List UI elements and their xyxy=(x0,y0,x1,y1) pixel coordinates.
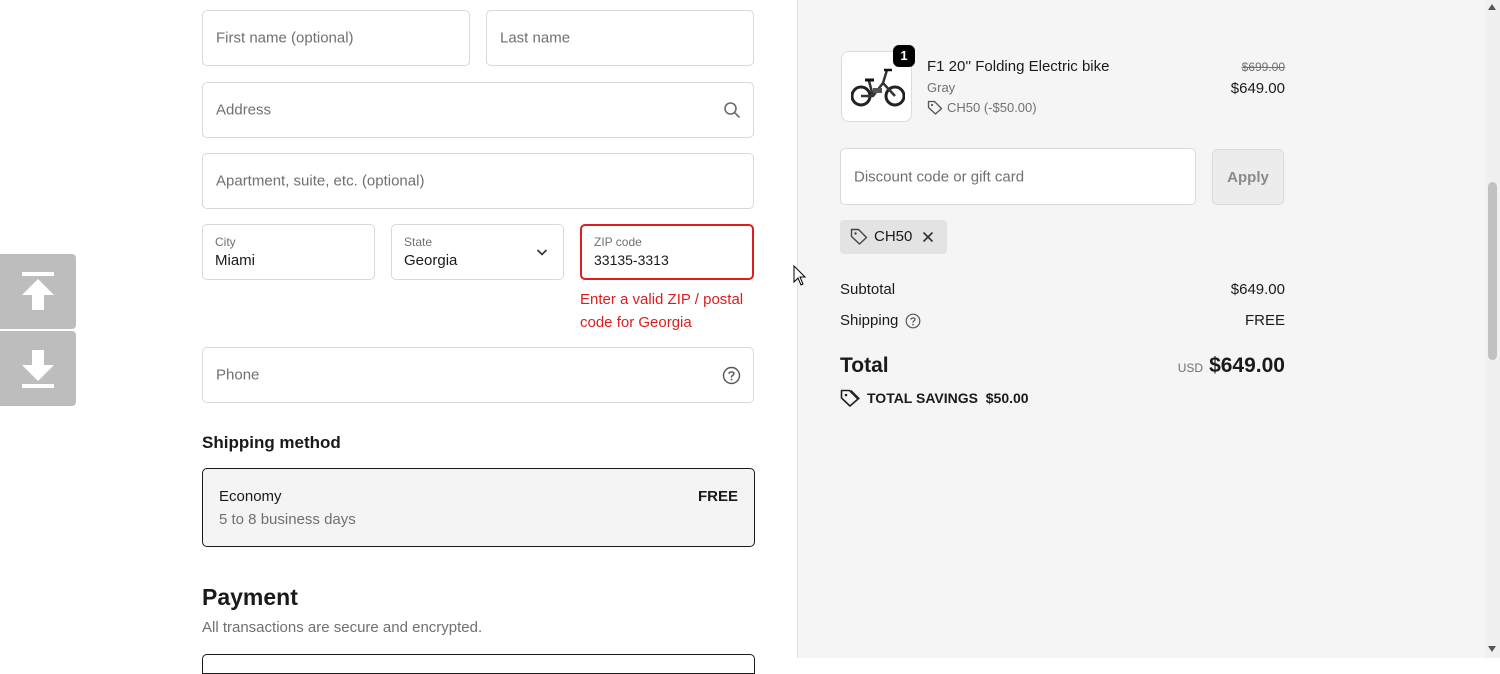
help-circle-icon[interactable] xyxy=(905,313,921,329)
payment-heading: Payment xyxy=(202,584,298,610)
chevron-down-icon xyxy=(536,249,548,256)
subtotal-label: Subtotal xyxy=(840,281,896,298)
total-label: Total xyxy=(840,354,889,377)
shipping-option-economy[interactable]: Economy 5 to 8 business days FREE xyxy=(202,468,755,547)
tag-icon xyxy=(850,228,868,245)
order-summary: 1 F1 20'' Folding Electric bike Gray CH5… xyxy=(797,0,1486,658)
state-label: State xyxy=(404,235,433,249)
zip-error-line: Enter a valid ZIP / postal xyxy=(580,291,744,308)
tag-icon xyxy=(927,100,943,115)
apartment-placeholder: Apartment, suite, etc. (optional) xyxy=(216,172,425,190)
total-currency: USD xyxy=(1177,361,1204,375)
mouse-cursor xyxy=(793,265,807,286)
first-name-field[interactable]: First name (optional) xyxy=(202,10,470,66)
product-price: $649.00 xyxy=(1230,80,1285,97)
tag-icon xyxy=(840,389,860,407)
bike-thumbnail xyxy=(851,68,905,107)
total-savings-value: $50.00 xyxy=(985,390,1029,406)
product-discount: CH50 (-$50.00) xyxy=(947,100,1037,115)
apartment-field[interactable]: Apartment, suite, etc. (optional) xyxy=(202,153,754,209)
payment-subtitle: All transactions are secure and encrypte… xyxy=(202,619,483,636)
phone-field[interactable]: Phone xyxy=(202,347,754,403)
shipping-option-desc: 5 to 8 business days xyxy=(219,511,356,528)
shipping-value: FREE xyxy=(1244,312,1285,329)
payment-box[interactable] xyxy=(202,654,755,674)
arrow-down-icon xyxy=(22,350,54,388)
page-scrollbar[interactable] xyxy=(1485,0,1500,658)
total-savings-label: TOTAL SAVINGS xyxy=(867,390,978,406)
state-value: Georgia xyxy=(404,252,458,269)
product-name: F1 20'' Folding Electric bike xyxy=(927,58,1110,75)
state-select[interactable]: State Georgia xyxy=(391,224,564,280)
first-name-placeholder: First name (optional) xyxy=(216,29,354,47)
last-name-field[interactable]: Last name xyxy=(486,10,754,66)
scroll-up-button[interactable] xyxy=(0,254,76,329)
help-circle-icon[interactable] xyxy=(722,366,741,385)
apply-button-label: Apply xyxy=(1227,169,1269,186)
arrow-up-icon xyxy=(22,272,54,310)
total-amount: USD $649.00 xyxy=(1178,354,1285,378)
discount-code-placeholder: Discount code or gift card xyxy=(854,168,1025,185)
original-price: $699.00 xyxy=(1241,60,1285,74)
scrollbar-up-arrow[interactable] xyxy=(1488,4,1496,10)
zip-error-message: Enter a valid ZIP / postal code for Geor… xyxy=(580,288,760,334)
quantity-badge: 1 xyxy=(893,45,915,67)
search-icon xyxy=(724,102,740,118)
product-variant: Gray xyxy=(927,80,956,95)
phone-placeholder: Phone xyxy=(216,366,260,384)
zip-error-line: code for Georgia xyxy=(580,314,692,331)
city-value: Miami xyxy=(215,252,255,269)
scroll-down-button[interactable] xyxy=(0,331,76,406)
last-name-placeholder: Last name xyxy=(500,29,571,47)
apply-button[interactable]: Apply xyxy=(1212,149,1284,205)
total-value: $649.00 xyxy=(1209,354,1285,377)
zip-label: ZIP code xyxy=(594,235,642,249)
scrollbar-down-arrow[interactable] xyxy=(1488,646,1496,652)
city-label: City xyxy=(215,235,236,249)
address-field[interactable]: Address xyxy=(202,82,754,138)
close-icon[interactable] xyxy=(922,231,934,243)
subtotal-value: $649.00 xyxy=(1230,281,1285,298)
scrollbar-thumb[interactable] xyxy=(1488,182,1497,360)
applied-discount-chip: CH50 xyxy=(840,220,947,254)
total-savings: TOTAL SAVINGS $50.00 xyxy=(867,390,1029,406)
city-field[interactable]: City Miami xyxy=(202,224,375,280)
zip-value: 33135-3313 xyxy=(594,252,669,268)
applied-code: CH50 xyxy=(874,228,913,245)
shipping-method-heading: Shipping method xyxy=(202,433,341,452)
shipping-option-name: Economy xyxy=(219,488,282,505)
zip-field[interactable]: ZIP code 33135-3313 xyxy=(580,224,754,280)
address-placeholder: Address xyxy=(216,101,272,119)
discount-code-field[interactable]: Discount code or gift card xyxy=(840,148,1196,205)
shipping-option-price: FREE xyxy=(697,488,738,505)
shipping-label: Shipping xyxy=(840,312,899,329)
